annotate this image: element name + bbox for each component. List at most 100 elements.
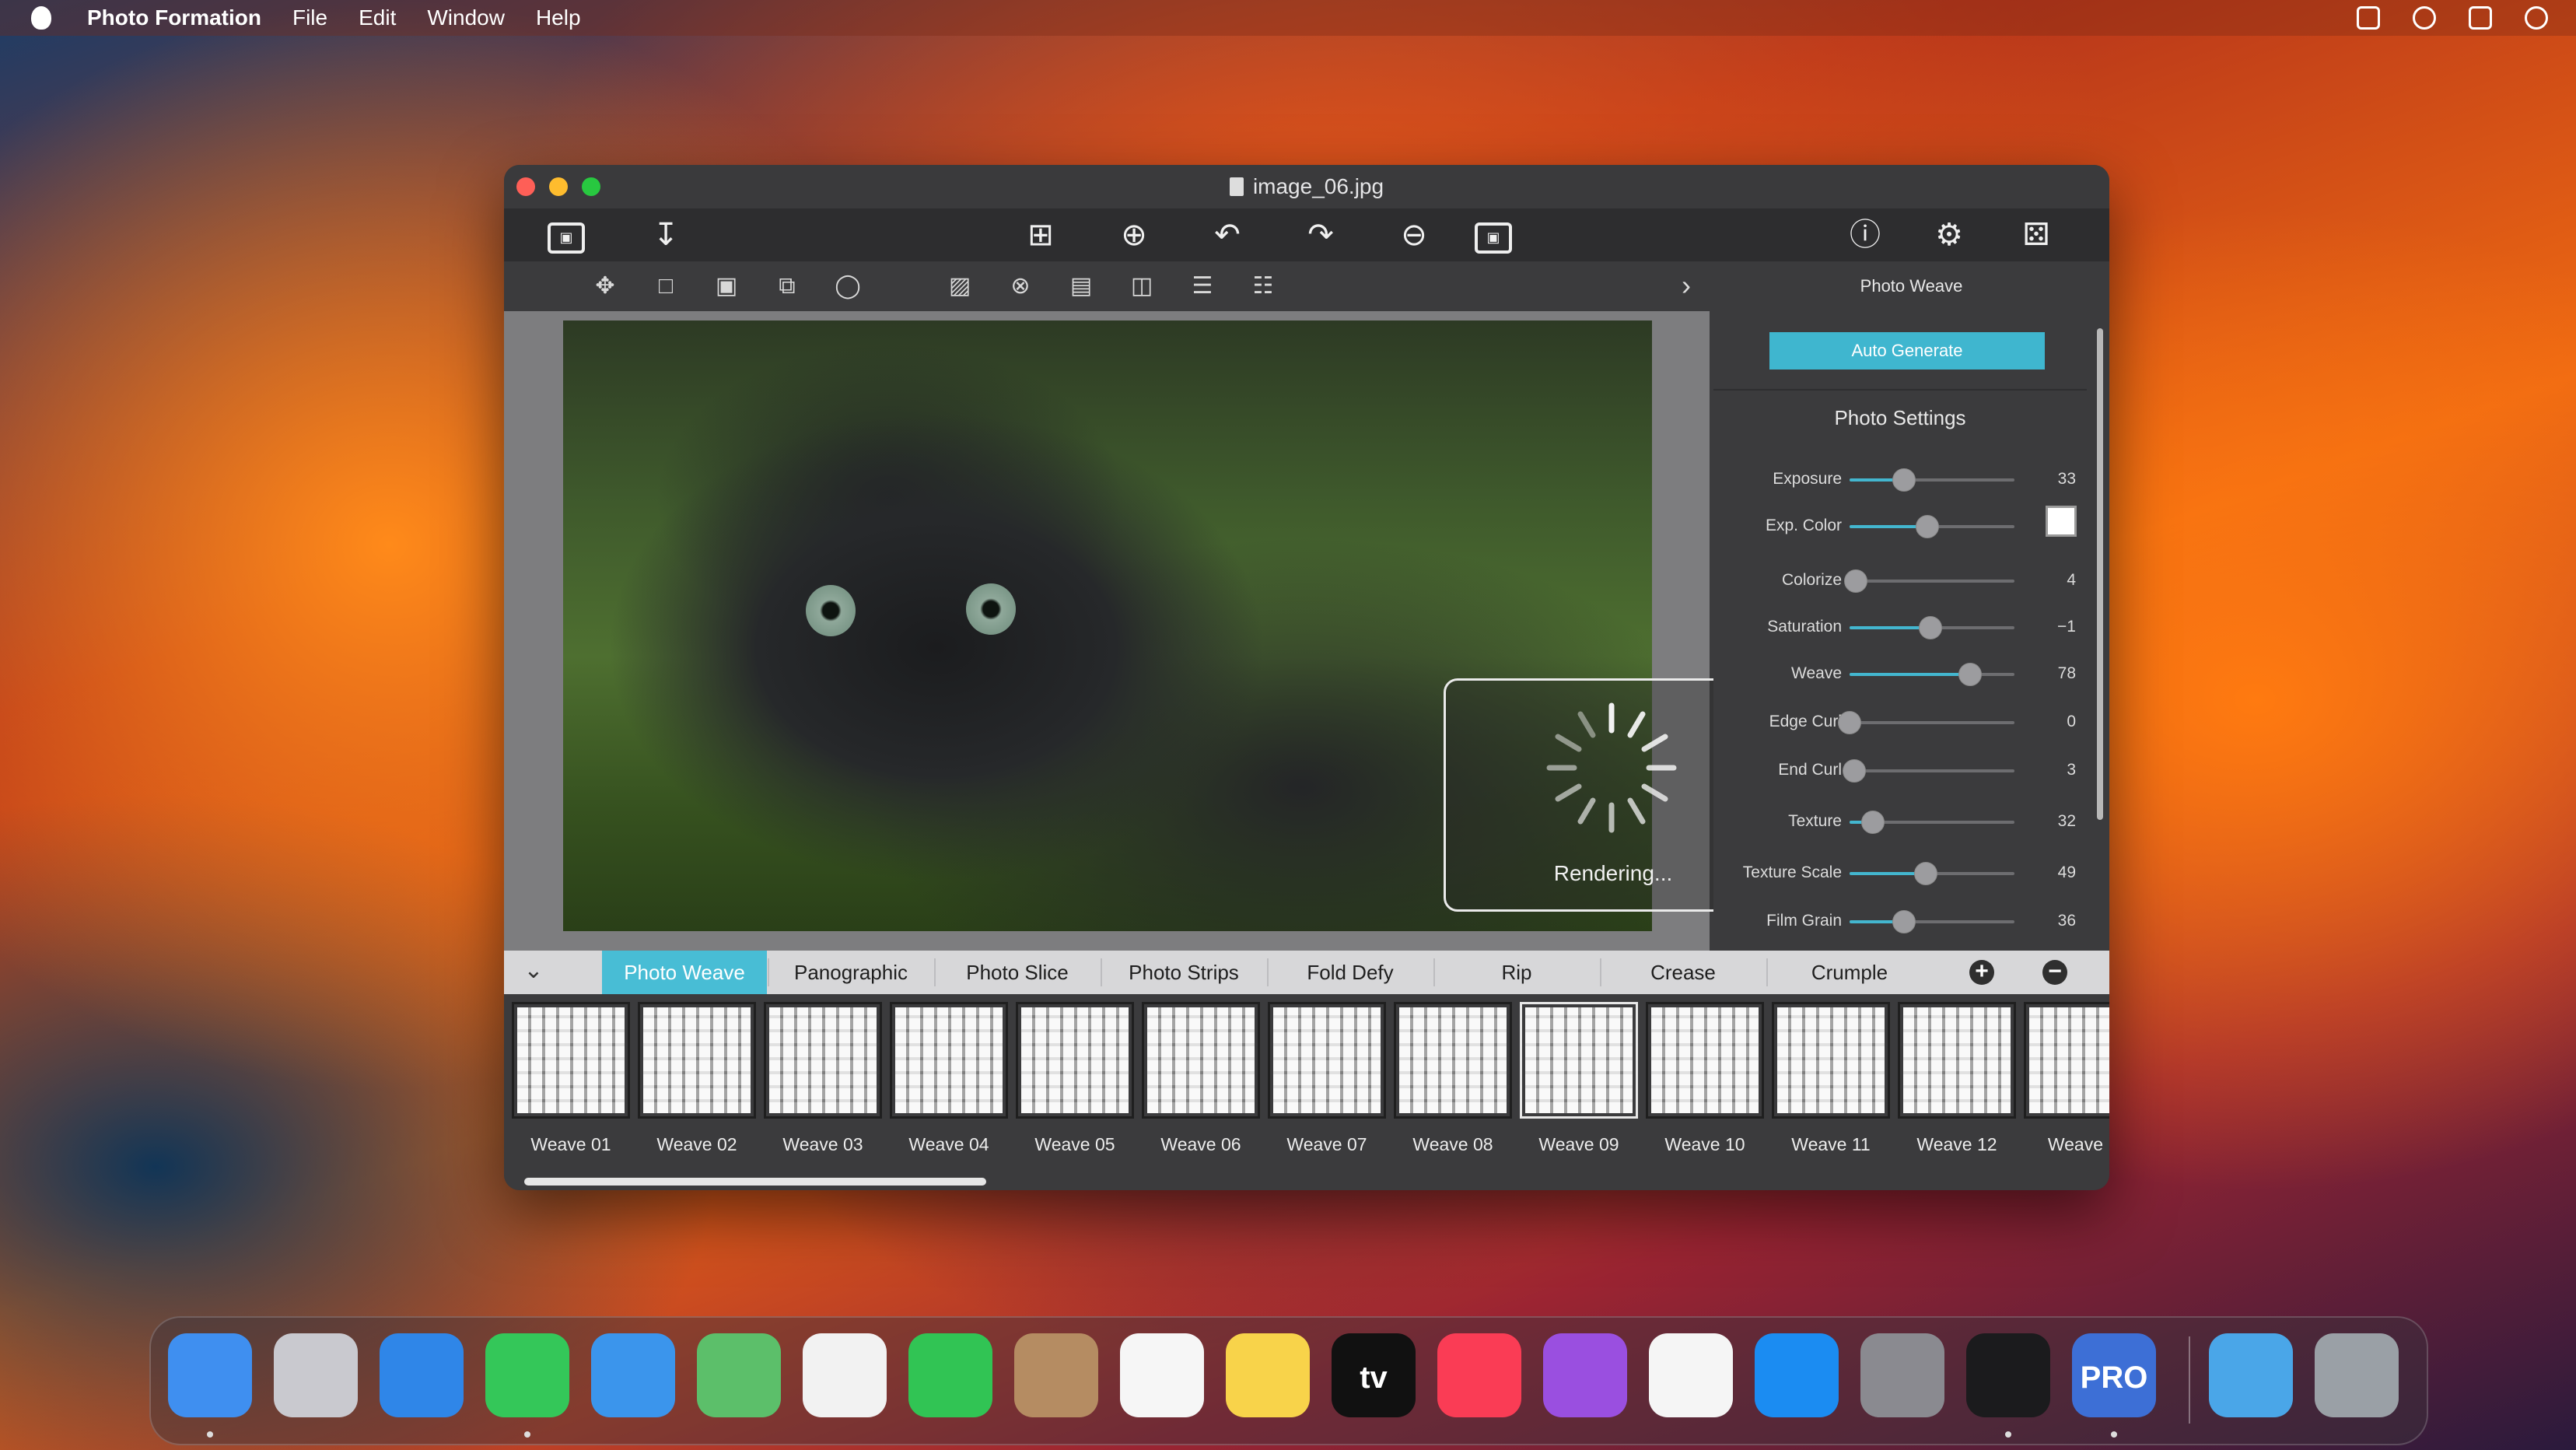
vertical-split-icon[interactable]: ◫ — [1126, 272, 1157, 300]
preset-thumbnail[interactable] — [638, 1002, 756, 1119]
light-icon[interactable]: ◯ — [832, 272, 863, 300]
tab-crease[interactable]: Crease — [1601, 951, 1766, 994]
photos-icon[interactable] — [803, 1333, 887, 1417]
contacts-icon[interactable] — [1014, 1333, 1098, 1417]
menu-app-name[interactable]: Photo Formation — [87, 5, 261, 30]
slider-track[interactable] — [1850, 811, 2014, 834]
preset-label[interactable]: Weave 06 — [1142, 1134, 1260, 1155]
apple-menu-icon[interactable] — [31, 6, 51, 30]
open-image-icon[interactable]: ▣ — [548, 222, 585, 254]
presets-scrollbar[interactable] — [524, 1178, 986, 1186]
control-center-icon[interactable] — [2469, 6, 2492, 30]
menu-window[interactable]: Window — [427, 5, 505, 30]
keyboard-viewer-icon[interactable] — [2357, 6, 2380, 30]
mail-icon[interactable] — [591, 1333, 675, 1417]
menu-help[interactable]: Help — [536, 5, 581, 30]
slider-knob[interactable] — [1958, 663, 1982, 686]
menu-edit[interactable]: Edit — [359, 5, 396, 30]
save-image-icon[interactable]: ↧ — [646, 216, 686, 254]
terminal-icon[interactable] — [1966, 1333, 2050, 1417]
preset-label[interactable]: Weave 12 — [1898, 1134, 2016, 1155]
preset-thumbnail[interactable] — [1772, 1002, 1890, 1119]
facetime-icon[interactable] — [908, 1333, 992, 1417]
select-portrait-icon[interactable]: ▣ — [711, 272, 742, 300]
tab-panographic[interactable]: Panographic — [768, 951, 933, 994]
preset-label[interactable]: Weave 04 — [890, 1134, 1008, 1155]
tab-crumple[interactable]: Crumple — [1767, 951, 1932, 994]
finder-icon[interactable] — [168, 1333, 252, 1417]
preset-thumbnail[interactable] — [1520, 1002, 1638, 1119]
notes-icon[interactable] — [1226, 1333, 1310, 1417]
preset-label[interactable]: Weave 11 — [1772, 1134, 1890, 1155]
app-store-icon[interactable] — [1755, 1333, 1839, 1417]
slider-knob[interactable] — [1860, 811, 1885, 834]
preset-label[interactable]: Weave 08 — [1394, 1134, 1512, 1155]
rotate-left-icon[interactable]: ↶ — [1207, 216, 1248, 254]
transform-icon[interactable]: ⧉ — [772, 272, 803, 300]
preset-thumbnail[interactable] — [1016, 1002, 1134, 1119]
horizontal-split-icon[interactable]: ▤ — [1066, 272, 1097, 300]
preset-label[interactable]: Weave 07 — [1268, 1134, 1386, 1155]
slider-track[interactable] — [1850, 910, 2014, 933]
preset-thumbnail[interactable] — [890, 1002, 1008, 1119]
slider-track[interactable] — [1843, 759, 2014, 783]
music-icon[interactable] — [1437, 1333, 1521, 1417]
spotlight-search-icon[interactable] — [2413, 6, 2436, 30]
maps-icon[interactable] — [697, 1333, 781, 1417]
slider-track[interactable] — [1844, 569, 2014, 593]
columns-icon[interactable]: ☷ — [1248, 272, 1279, 300]
slider-track[interactable] — [1850, 468, 2014, 492]
panel-scrollbar[interactable] — [2097, 328, 2103, 820]
collapse-panel-chevron-icon[interactable]: › — [1682, 269, 1691, 302]
redo-icon[interactable]: ↷ — [1300, 216, 1341, 254]
zoom-window-button[interactable] — [582, 177, 600, 196]
apple-tv-icon[interactable]: tv — [1332, 1333, 1416, 1417]
fit-image-icon[interactable]: ▣ — [1475, 222, 1512, 254]
random-icon[interactable]: ⚄ — [2016, 216, 2056, 254]
messages-icon[interactable] — [485, 1333, 569, 1417]
clock-icon[interactable] — [2525, 6, 2548, 30]
crop-icon[interactable]: ⊞ — [1020, 216, 1061, 254]
preset-thumbnail[interactable] — [1142, 1002, 1260, 1119]
preset-thumbnail[interactable] — [512, 1002, 630, 1119]
slider-track[interactable] — [1850, 616, 2014, 639]
preset-label[interactable]: Weave 02 — [638, 1134, 756, 1155]
info-icon[interactable]: ⓘ — [1845, 216, 1885, 254]
downloads-folder-icon[interactable] — [2209, 1333, 2293, 1417]
slider-track[interactable] — [1850, 663, 2014, 686]
remove-icon[interactable]: ⊗ — [1005, 272, 1036, 300]
settings-icon[interactable]: ⚙ — [1929, 216, 1969, 254]
slider-knob[interactable] — [1838, 711, 1861, 734]
collapse-tabs-chevron-icon[interactable]: ⌄ — [520, 957, 548, 985]
reminders-icon[interactable] — [1120, 1333, 1204, 1417]
tab-photo-strips[interactable]: Photo Strips — [1101, 951, 1266, 994]
system-settings-icon[interactable] — [1860, 1333, 1944, 1417]
preset-label[interactable]: Weave 10 — [1646, 1134, 1764, 1155]
tab-rip[interactable]: Rip — [1434, 951, 1599, 994]
preset-label[interactable]: Weave 03 — [764, 1134, 882, 1155]
preset-thumbnail[interactable] — [1898, 1002, 2016, 1119]
trash-icon[interactable] — [2315, 1333, 2399, 1417]
move-icon[interactable]: ✥ — [590, 272, 621, 300]
preset-thumbnail[interactable] — [1394, 1002, 1512, 1119]
photo-formation-pro-icon[interactable]: PRO — [2072, 1333, 2156, 1417]
slider-knob[interactable] — [1844, 569, 1868, 593]
zoom-in-icon[interactable]: ⊕ — [1114, 216, 1154, 254]
auto-generate-button[interactable]: Auto Generate — [1769, 332, 2045, 370]
slider-track[interactable] — [1850, 515, 2014, 538]
add-effect-button[interactable]: + — [1969, 960, 1994, 985]
slider-knob[interactable] — [1892, 468, 1916, 492]
safari-icon[interactable] — [380, 1333, 464, 1417]
preset-label[interactable]: Weave 1 — [2024, 1134, 2109, 1155]
rows-icon[interactable]: ☰ — [1187, 272, 1218, 300]
tab-fold-defy[interactable]: Fold Defy — [1268, 951, 1433, 994]
slider-knob[interactable] — [1843, 759, 1867, 783]
preset-thumbnail[interactable] — [1646, 1002, 1764, 1119]
preset-thumbnail[interactable] — [764, 1002, 882, 1119]
zoom-out-icon[interactable]: ⊖ — [1394, 216, 1434, 254]
tab-photo-weave[interactable]: Photo Weave — [602, 951, 767, 994]
slider-knob[interactable] — [1915, 515, 1939, 538]
image-layer-icon[interactable]: ▨ — [944, 272, 975, 300]
slider-track[interactable] — [1850, 862, 2014, 885]
slider-knob[interactable] — [1913, 862, 1937, 885]
